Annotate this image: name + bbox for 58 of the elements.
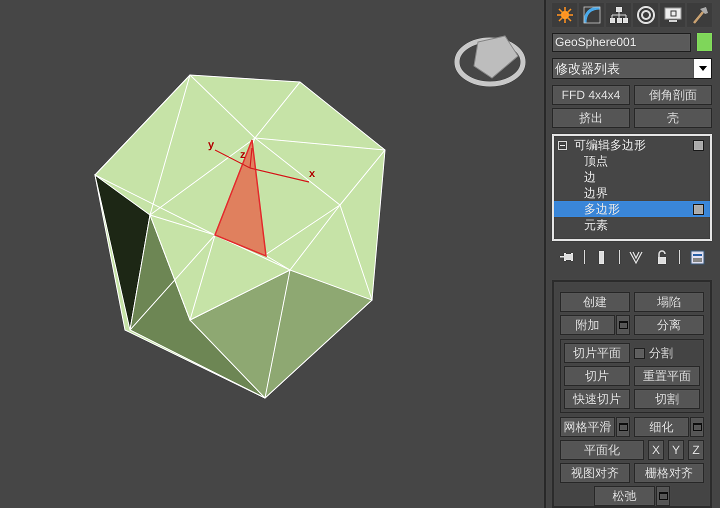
- tool-button[interactable]: 重置平面: [634, 366, 700, 386]
- tool-button[interactable]: 创建: [560, 292, 630, 312]
- dropdown-arrow-icon: [698, 66, 706, 71]
- command-tab[interactable]: [552, 3, 577, 27]
- tool-button[interactable]: 附加: [560, 315, 615, 335]
- dropdown-value: 修改器列表: [554, 60, 621, 78]
- command-tab[interactable]: [579, 3, 604, 27]
- tool-button[interactable]: 细化: [634, 417, 689, 437]
- axis-label: z: [240, 149, 246, 161]
- settings-button[interactable]: [616, 315, 630, 335]
- command-tab[interactable]: [606, 3, 631, 27]
- tool-button[interactable]: 网格平滑: [560, 417, 615, 437]
- collapse-toggle[interactable]: [558, 140, 567, 150]
- curve-icon: [582, 5, 602, 25]
- viewcube-icon: [454, 35, 526, 86]
- axis-label: y: [208, 139, 214, 151]
- axis-button[interactable]: Z: [688, 440, 704, 460]
- object-name-field[interactable]: GeoSphere001: [552, 33, 691, 52]
- sub-object-item[interactable]: 元素: [554, 217, 710, 233]
- modifier-button[interactable]: FFD 4x4x4: [552, 85, 630, 105]
- monitor-icon: [662, 5, 682, 25]
- tool-button[interactable]: 平面化: [560, 440, 644, 460]
- tool-button[interactable]: 塌陷: [634, 292, 704, 312]
- modifier-list-dropdown[interactable]: 修改器列表: [552, 58, 712, 79]
- sun-icon: [554, 5, 574, 25]
- settings-button[interactable]: [690, 417, 704, 437]
- modifier-button[interactable]: 倒角剖面: [634, 85, 712, 105]
- hierarchy-icon: [608, 5, 628, 25]
- command-tab[interactable]: [687, 3, 712, 27]
- object-color-swatch[interactable]: [696, 33, 712, 51]
- checkbox[interactable]: [634, 348, 645, 358]
- tool-button[interactable]: 栅格对齐: [634, 463, 704, 483]
- sub-object-item[interactable]: 边: [554, 169, 710, 185]
- stack-item[interactable]: 可编辑多边形: [574, 136, 693, 154]
- tool-button[interactable]: 分离: [634, 315, 704, 335]
- tool-button[interactable]: 快速切片: [564, 389, 630, 409]
- sub-object-item[interactable]: 边界: [554, 185, 710, 201]
- tool-button[interactable]: 切片平面: [564, 343, 630, 363]
- visibility-toggle[interactable]: [693, 140, 704, 150]
- axis-button[interactable]: X: [648, 440, 664, 460]
- modifier-button[interactable]: 壳: [634, 108, 712, 128]
- checkbox-label: 分割: [649, 345, 673, 362]
- tool-button[interactable]: 切割: [634, 389, 700, 409]
- sub-object-indicator: [693, 204, 704, 214]
- sub-object-item[interactable]: 多边形: [554, 201, 710, 217]
- axis-button[interactable]: Y: [668, 440, 684, 460]
- command-tab[interactable]: [660, 3, 685, 27]
- axis-label: x: [309, 168, 316, 180]
- modifier-button[interactable]: 挤出: [552, 108, 630, 128]
- tool-button[interactable]: 切片: [564, 366, 630, 386]
- settings-button[interactable]: [616, 417, 630, 437]
- sub-object-item[interactable]: 顶点: [554, 153, 710, 169]
- tool-button[interactable]: 视图对齐: [560, 463, 630, 483]
- configure-icon[interactable]: [688, 248, 706, 266]
- command-tab[interactable]: [633, 3, 658, 27]
- settings-button[interactable]: [656, 486, 670, 506]
- tool-button[interactable]: 松弛: [594, 486, 655, 506]
- target-icon: [636, 5, 656, 25]
